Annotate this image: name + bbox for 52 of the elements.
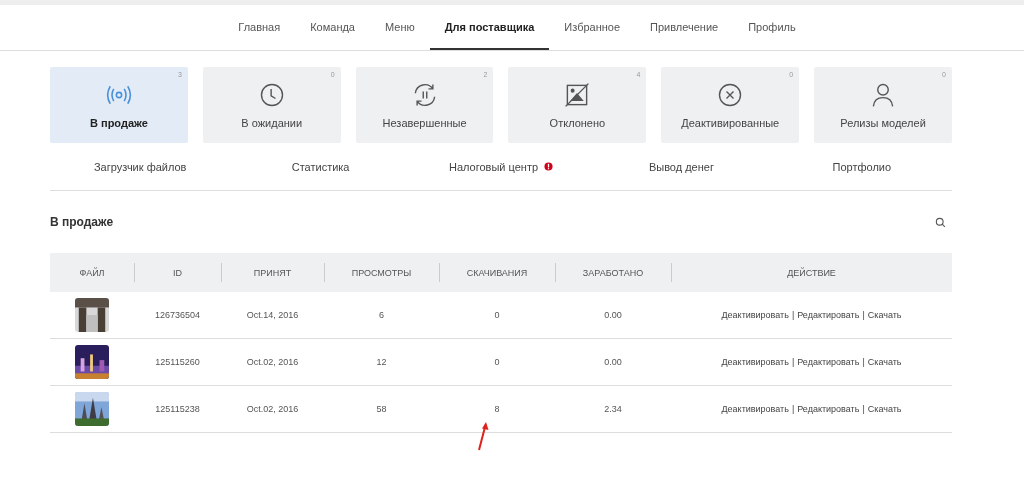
- nav-tab[interactable]: Профиль: [733, 5, 811, 50]
- separator: |: [791, 357, 795, 367]
- action-link[interactable]: Скачать: [867, 404, 902, 414]
- table-cell: 125115238: [155, 404, 200, 414]
- table-cell: 0: [494, 310, 500, 320]
- action-link[interactable]: Редактировать: [797, 404, 860, 414]
- table-cell: 0.00: [604, 310, 622, 320]
- action-link[interactable]: Редактировать: [797, 357, 860, 367]
- action-link[interactable]: Скачать: [867, 357, 902, 367]
- nav-tab[interactable]: Главная: [223, 5, 296, 50]
- column-header: ДЕЙСТВИЕ: [787, 267, 836, 278]
- subnav-link[interactable]: Загрузчик файлов: [93, 160, 187, 173]
- action-link[interactable]: Деактивировать: [721, 310, 789, 320]
- column-header: ПРОСМОТРЫ: [351, 267, 412, 278]
- table-cell: Oct.02, 2016: [246, 404, 299, 414]
- subnav-link[interactable]: Статистика: [291, 160, 350, 173]
- subnav-link[interactable]: Портфолио: [832, 160, 892, 173]
- separator: |: [862, 404, 865, 414]
- nav-tab[interactable]: Меню: [370, 5, 430, 50]
- nav-tab[interactable]: Привлечение: [635, 5, 734, 50]
- search-icon[interactable]: [935, 216, 946, 228]
- table-cell: 0: [494, 357, 500, 367]
- action-link[interactable]: Деактивировать: [721, 357, 789, 367]
- action-link[interactable]: Скачать: [867, 310, 902, 320]
- action-link[interactable]: Редактировать: [797, 310, 860, 320]
- nav-tab[interactable]: Для поставщика: [429, 5, 550, 50]
- subnav-link[interactable]: Налоговый центр: [448, 160, 539, 173]
- column-header: ПРИНЯТ: [253, 267, 292, 278]
- nav-tab[interactable]: Избранное: [549, 5, 636, 50]
- separator: |: [791, 310, 795, 320]
- table-cell: 126736504: [154, 310, 201, 320]
- table-cell: 2.34: [604, 404, 622, 414]
- column-header: ЗАРАБОТАНО: [582, 267, 644, 278]
- table-cell: 125115260: [155, 357, 200, 367]
- table-cell: 12: [376, 357, 387, 367]
- column-header: ФАЙЛ: [79, 267, 105, 278]
- section-title: В продаже: [50, 215, 114, 229]
- table-cell: 6: [379, 310, 384, 320]
- table-cell: Oct.14, 2016: [246, 310, 299, 320]
- table-cell: 58: [376, 404, 387, 414]
- annotation-arrow: [476, 420, 490, 452]
- subnav-link[interactable]: Вывод денег: [648, 160, 714, 173]
- action-link[interactable]: Деактивировать: [721, 404, 789, 414]
- table-cell: 8: [494, 404, 500, 414]
- separator: |: [862, 357, 865, 367]
- column-header: СКАЧИВАНИЯ: [466, 267, 528, 278]
- separator: |: [791, 404, 795, 414]
- table-cell: 0.00: [604, 357, 622, 367]
- table-cell: Oct.02, 2016: [246, 357, 299, 367]
- nav-tab[interactable]: Команда: [295, 5, 370, 50]
- separator: |: [862, 310, 865, 320]
- column-header: ID: [173, 267, 182, 278]
